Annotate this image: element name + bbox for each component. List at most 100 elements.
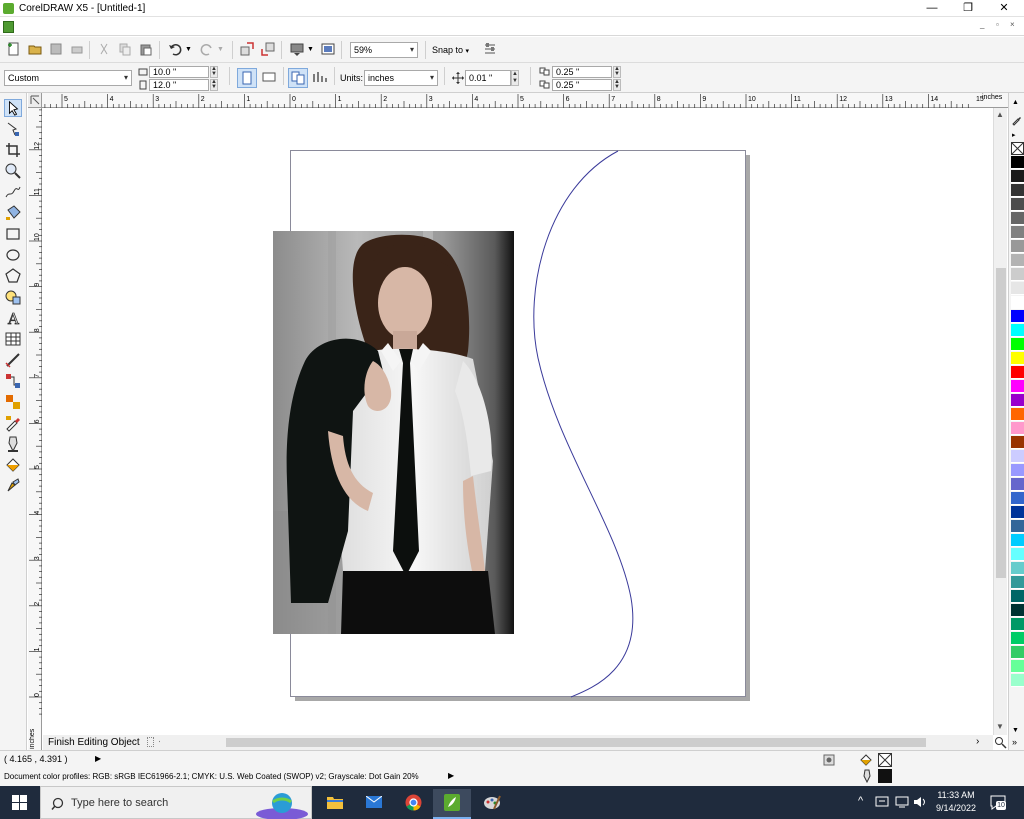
palette-menu-icon[interactable]: ▸ (1012, 131, 1016, 139)
finish-editing-object-tab[interactable]: Finish Editing Object (48, 737, 140, 748)
palette-scroll-up-icon[interactable]: ▲ (1012, 99, 1019, 106)
outline-pen-tool-icon[interactable] (4, 435, 22, 453)
tray-overflow-icon[interactable]: ^ (858, 795, 863, 807)
color-swatch[interactable] (1011, 184, 1024, 197)
color-swatch[interactable] (1011, 506, 1024, 519)
minimize-button[interactable]: — (914, 0, 950, 17)
color-swatch[interactable] (1011, 380, 1024, 393)
rectangle-tool-icon[interactable] (4, 225, 22, 243)
blend-tool-icon[interactable] (4, 393, 22, 411)
tab-handle-icon[interactable] (147, 737, 154, 747)
taskbar-mail[interactable] (355, 789, 393, 819)
undo-dropdown-icon[interactable]: ▼ (185, 46, 192, 53)
scroll-right-icon[interactable]: › (976, 736, 979, 747)
color-swatch[interactable] (1011, 212, 1024, 225)
color-swatch[interactable] (1011, 408, 1024, 421)
woman-photo[interactable] (273, 231, 514, 634)
interactive-fill-tool-icon[interactable] (4, 477, 22, 495)
palette-scroll-down-icon[interactable]: ▼ (1012, 727, 1019, 734)
color-swatch[interactable] (1011, 422, 1024, 435)
document-icon[interactable] (3, 21, 14, 33)
color-swatch[interactable] (1011, 268, 1024, 281)
save-icon[interactable] (49, 42, 63, 56)
fill-tool-icon[interactable] (4, 456, 22, 474)
vertical-scrollbar[interactable]: ▲ ▼ (993, 108, 1007, 735)
scroll-down-icon[interactable]: ▼ (996, 722, 1004, 731)
color-swatch[interactable] (1011, 604, 1024, 617)
page-width-input[interactable]: 10.0 " (149, 66, 209, 78)
open-icon[interactable] (28, 42, 42, 56)
horizontal-scrollbar[interactable]: › (160, 735, 993, 750)
paste-icon[interactable] (139, 42, 153, 56)
eyedropper-icon[interactable] (1011, 114, 1023, 126)
ruler-origin-icon[interactable] (28, 93, 42, 108)
color-swatch[interactable] (1011, 478, 1024, 491)
taskbar-search-box[interactable]: Type here to search (40, 786, 312, 819)
shape-tool-icon[interactable] (4, 120, 22, 138)
parallel-dimension-tool-icon[interactable] (4, 351, 22, 369)
color-swatch[interactable] (1011, 324, 1024, 337)
horizontal-ruler[interactable]: 5 4 3 2 1 0 1 2 3 4 5 6 7 8 9 10 11 12 13 14 15 inches (42, 93, 1008, 108)
nudge-distance-spinner[interactable]: ▲ ▼ (511, 70, 519, 86)
freehand-tool-icon[interactable] (4, 183, 22, 201)
eyedropper-tool-icon[interactable] (4, 414, 22, 432)
launcher-dropdown-icon[interactable]: ▼ (307, 46, 314, 53)
color-swatch[interactable] (1011, 310, 1024, 323)
zoom-tool-icon[interactable] (4, 162, 22, 180)
page-height-input[interactable]: 12.0 " (149, 79, 209, 91)
clock-time[interactable]: 11:33 AM (935, 790, 977, 800)
taskbar-chrome[interactable] (394, 789, 432, 819)
undo-icon[interactable] (168, 42, 182, 56)
color-swatch[interactable] (1011, 366, 1024, 379)
import-icon[interactable] (240, 42, 254, 56)
no-fill-swatch[interactable] (1011, 142, 1024, 155)
color-swatch[interactable] (1011, 520, 1024, 533)
page-width-spinner[interactable]: ▲ ▼ (210, 66, 218, 78)
pick-tool-icon[interactable] (4, 99, 22, 117)
welcome-screen-icon[interactable] (321, 42, 335, 56)
redo-icon[interactable] (200, 42, 214, 56)
color-swatch[interactable] (1011, 492, 1024, 505)
doc-restore-icon[interactable]: ▫ (996, 20, 999, 29)
color-swatch[interactable] (1011, 548, 1024, 561)
notification-center-button[interactable]: 10 (990, 795, 1006, 810)
color-swatch[interactable] (1011, 464, 1024, 477)
color-swatch[interactable] (1011, 632, 1024, 645)
color-swatch[interactable] (1011, 156, 1024, 169)
application-launcher-icon[interactable] (290, 42, 304, 56)
drawing-canvas[interactable] (43, 108, 993, 735)
connector-tool-icon[interactable] (4, 372, 22, 390)
restore-button[interactable]: ❐ (950, 0, 986, 17)
all-pages-button[interactable] (288, 68, 308, 88)
export-icon[interactable] (261, 42, 275, 56)
new-document-icon[interactable] (7, 42, 21, 56)
print-icon[interactable] (70, 42, 84, 56)
taskbar-file-explorer[interactable] (316, 789, 354, 819)
tray-network-icon[interactable] (895, 796, 909, 808)
duplicate-x-spinner[interactable]: ▲ ▼ (613, 66, 621, 78)
horizontal-scroll-thumb[interactable] (226, 738, 926, 747)
portrait-button[interactable] (237, 68, 257, 88)
scroll-up-icon[interactable]: ▲ (996, 110, 1004, 119)
status-expand-icon[interactable]: ▶ (95, 754, 101, 763)
color-swatch[interactable] (1011, 450, 1024, 463)
color-swatch[interactable] (1011, 254, 1024, 267)
color-swatch[interactable] (1011, 674, 1024, 687)
taskbar-paint[interactable] (472, 789, 510, 819)
duplicate-distance-x-input[interactable]: 0.25 " (552, 66, 612, 78)
color-swatch[interactable] (1011, 282, 1024, 295)
doc-minimize-icon[interactable]: _ (980, 20, 984, 29)
zoom-level-select[interactable]: 59% ▾ (350, 42, 418, 58)
snap-to-button[interactable]: Snap to ▾ (432, 45, 469, 55)
ellipse-tool-icon[interactable] (4, 246, 22, 264)
palette-expand-icon[interactable]: » (1012, 737, 1017, 747)
color-swatch[interactable] (1011, 436, 1024, 449)
page-height-spinner[interactable]: ▲ ▼ (210, 79, 218, 91)
doc-close-icon[interactable]: × (1010, 20, 1015, 29)
color-swatch[interactable] (1011, 576, 1024, 589)
color-swatch[interactable] (1011, 240, 1024, 253)
nudge-distance-input[interactable]: 0.01 " (465, 70, 511, 86)
text-tool-icon[interactable]: A (4, 309, 22, 327)
color-swatch[interactable] (1011, 534, 1024, 547)
color-swatch[interactable] (1011, 562, 1024, 575)
